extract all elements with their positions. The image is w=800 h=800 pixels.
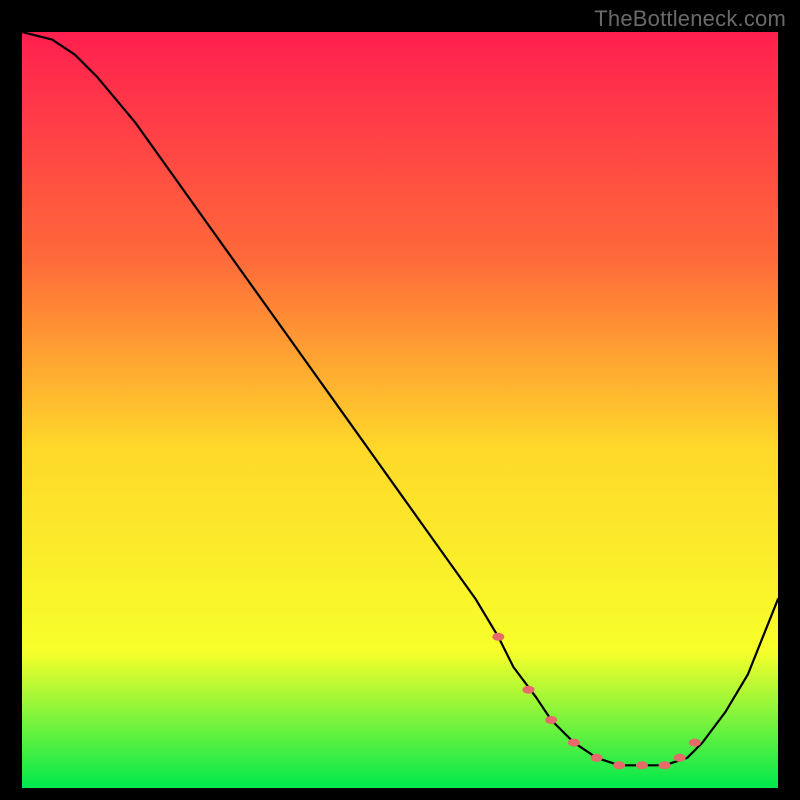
highlight-dot	[545, 716, 557, 724]
highlight-dot	[492, 633, 504, 641]
highlight-dot	[636, 761, 648, 769]
highlight-dot	[523, 686, 535, 694]
highlight-dot	[674, 754, 686, 762]
highlight-dot	[591, 754, 603, 762]
gradient-background	[22, 32, 778, 788]
plot-area	[22, 32, 778, 788]
watermark-text: TheBottleneck.com	[594, 6, 786, 32]
highlight-dot	[659, 761, 671, 769]
chart-svg	[22, 32, 778, 788]
highlight-dot	[689, 739, 701, 747]
chart-frame: TheBottleneck.com	[0, 0, 800, 800]
highlight-dot	[613, 761, 625, 769]
highlight-dot	[568, 739, 580, 747]
